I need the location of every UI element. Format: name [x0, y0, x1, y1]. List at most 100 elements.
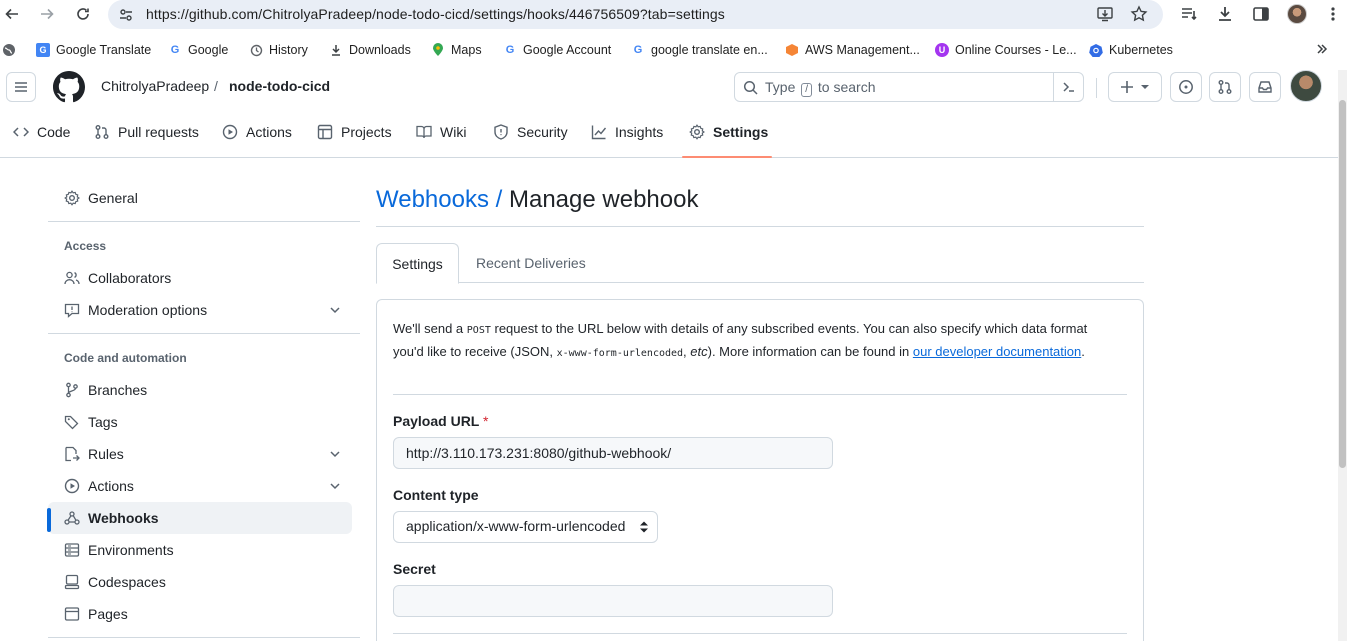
- chevron-down-icon[interactable]: [328, 447, 342, 461]
- repo-name-link[interactable]: node-todo-cicd: [229, 78, 330, 94]
- bookmark-aws[interactable]: AWS Management...: [785, 43, 920, 57]
- bookmark-online-courses[interactable]: U Online Courses - Le...: [935, 43, 1077, 57]
- branch-icon: [64, 382, 80, 398]
- bookmark-google-account[interactable]: G Google Account: [503, 43, 612, 57]
- payload-url-input[interactable]: [393, 437, 833, 469]
- issue-opened-icon: [1179, 80, 1193, 94]
- bookmark-maps[interactable]: Maps: [431, 43, 482, 57]
- bookmark-label: Google Translate: [56, 43, 152, 57]
- tab-projects[interactable]: Projects: [317, 124, 392, 140]
- page-title-text: Manage webhook: [508, 186, 699, 213]
- chevron-down-icon[interactable]: [328, 479, 342, 493]
- browser-menu-icon[interactable]: [1325, 5, 1341, 23]
- tab-pull-requests[interactable]: Pull requests: [94, 124, 199, 140]
- back-arrow-icon: [5, 8, 18, 20]
- search-icon: [743, 80, 759, 96]
- pull-requests-button[interactable]: [1209, 72, 1241, 102]
- tab-code[interactable]: Code: [13, 124, 70, 140]
- sidebar-item-label: Environments: [88, 542, 174, 558]
- install-app-icon[interactable]: [1096, 5, 1114, 23]
- browser-icon: [64, 606, 80, 622]
- command-palette-icon[interactable]: [1053, 72, 1083, 102]
- webhook-subtabs: Settings Recent Deliveries: [376, 243, 1144, 284]
- bookmark-label: Kubernetes: [1109, 43, 1173, 57]
- bookmark-downloads[interactable]: Downloads: [329, 43, 411, 57]
- github-logo-icon[interactable]: [53, 71, 85, 103]
- header-divider: [1096, 78, 1097, 98]
- url-text[interactable]: https://github.com/ChitrolyaPradeep/node…: [146, 6, 725, 22]
- sidebar-item-codespaces[interactable]: Codespaces: [48, 566, 352, 598]
- open-menu-button[interactable]: [6, 72, 36, 102]
- sidebar-item-label: Webhooks: [88, 510, 159, 526]
- browser-profile-avatar[interactable]: [1287, 4, 1307, 24]
- bookmark-history[interactable]: History: [249, 43, 308, 57]
- page-scrollbar[interactable]: [1338, 70, 1347, 641]
- play-icon: [222, 124, 238, 140]
- history-icon: [249, 43, 263, 57]
- tab-insights[interactable]: Insights: [591, 124, 663, 140]
- apps-globe-icon[interactable]: [2, 43, 16, 57]
- sidebar-divider: [48, 333, 360, 334]
- sidebar-item-branches[interactable]: Branches: [48, 374, 352, 406]
- sidebar-item-environments[interactable]: Environments: [48, 534, 352, 566]
- tab-security[interactable]: Security: [493, 124, 568, 140]
- intro-divider: [393, 394, 1127, 395]
- repo-owner-link[interactable]: ChitrolyaPradeep: [101, 78, 209, 94]
- sidebar-item-label: Codespaces: [88, 574, 166, 590]
- bookmark-google-translate[interactable]: G Google Translate: [36, 43, 151, 57]
- chevron-down-icon[interactable]: [328, 303, 342, 317]
- forward-button[interactable]: [37, 4, 57, 24]
- reload-button[interactable]: [73, 4, 93, 24]
- sidebar-item-rules[interactable]: Rules: [48, 438, 352, 470]
- tab-recent-deliveries[interactable]: Recent Deliveries: [476, 243, 586, 283]
- tab-actions[interactable]: Actions: [222, 124, 292, 140]
- sidebar-item-tags[interactable]: Tags: [48, 406, 352, 438]
- tab-label: Wiki: [440, 124, 467, 140]
- sidebar-item-general[interactable]: General: [48, 182, 352, 214]
- table-icon: [317, 124, 333, 140]
- tab-webhook-settings[interactable]: Settings: [376, 243, 459, 284]
- bookmark-star-icon[interactable]: [1130, 5, 1148, 23]
- side-panel-icon[interactable]: [1252, 5, 1270, 23]
- site-info-icon[interactable]: [118, 7, 134, 23]
- tag-icon: [64, 414, 80, 430]
- search-input[interactable]: Type / to search: [734, 72, 1084, 102]
- sidebar-item-pages[interactable]: Pages: [48, 598, 352, 630]
- gear-icon: [64, 190, 80, 206]
- developer-docs-link[interactable]: our developer documentation: [913, 344, 1081, 359]
- sidebar-item-collaborators[interactable]: Collaborators: [48, 262, 352, 294]
- plus-icon: [1121, 81, 1133, 93]
- create-new-button[interactable]: [1108, 72, 1162, 102]
- bookmark-google-translate-en[interactable]: G google translate en...: [631, 43, 768, 57]
- sidebar-item-webhooks[interactable]: Webhooks: [47, 502, 352, 534]
- bookmark-kubernetes[interactable]: Kubernetes: [1089, 43, 1173, 57]
- browser-toolbar: https://github.com/ChitrolyaPradeep/node…: [0, 0, 1347, 29]
- sidebar-item-label: Moderation options: [88, 302, 208, 318]
- address-bar[interactable]: https://github.com/ChitrolyaPradeep/node…: [108, 0, 1163, 29]
- bookmark-google[interactable]: G Google: [168, 43, 229, 57]
- google-icon: G: [505, 44, 515, 56]
- content-type-value: application/x-www-form-urlencoded: [406, 518, 626, 534]
- title-divider: [376, 226, 1144, 227]
- tab-wiki[interactable]: Wiki: [416, 124, 466, 140]
- sidebar-item-actions[interactable]: Actions: [48, 470, 352, 502]
- user-avatar[interactable]: [1290, 70, 1322, 102]
- issues-button[interactable]: [1170, 72, 1202, 102]
- tab-settings[interactable]: Settings: [689, 124, 768, 140]
- bookmark-label: Online Courses - Le...: [955, 43, 1077, 57]
- bookmark-label: AWS Management...: [805, 43, 920, 57]
- scrollbar-thumb[interactable]: [1339, 100, 1346, 468]
- reading-list-icon[interactable]: [1180, 5, 1198, 23]
- play-icon: [64, 478, 80, 494]
- webhooks-breadcrumb-link[interactable]: Webhooks: [376, 186, 489, 213]
- downloads-icon[interactable]: [1216, 5, 1234, 23]
- sidebar-item-moderation-options[interactable]: Moderation options: [48, 294, 352, 326]
- inbox-icon: [1258, 81, 1272, 93]
- content-type-select[interactable]: application/x-www-form-urlencoded: [393, 511, 658, 543]
- more-bookmarks-chevron-icon[interactable]: [1316, 43, 1328, 55]
- inbox-button[interactable]: [1249, 72, 1281, 102]
- sidebar-item-label: Tags: [88, 414, 118, 430]
- secret-input[interactable]: [393, 585, 833, 617]
- github-header: ChitrolyaPradeep / node-todo-cicd Type /…: [0, 70, 1340, 158]
- back-button[interactable]: [2, 4, 22, 24]
